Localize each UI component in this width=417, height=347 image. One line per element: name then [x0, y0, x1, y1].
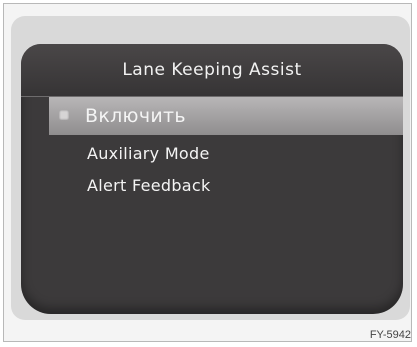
screen-title: Lane Keeping Assist	[122, 60, 302, 80]
menu-item-label: Auxiliary Mode	[87, 143, 210, 163]
menu-item-label: Alert Feedback	[87, 175, 211, 195]
selection-marker-icon	[59, 110, 69, 120]
menu-item-label: Включить	[85, 105, 186, 127]
menu-item-auxiliary-mode[interactable]: Auxiliary Mode	[49, 136, 399, 170]
screen-title-bar: Lane Keeping Assist	[21, 44, 403, 97]
figure-code: FY-5942	[369, 329, 411, 341]
menu-item-alert-feedback[interactable]: Alert Feedback	[49, 168, 399, 202]
display-screen: Lane Keeping Assist Включить Auxiliary M…	[21, 44, 403, 314]
menu-item-enable[interactable]: Включить	[49, 97, 403, 135]
